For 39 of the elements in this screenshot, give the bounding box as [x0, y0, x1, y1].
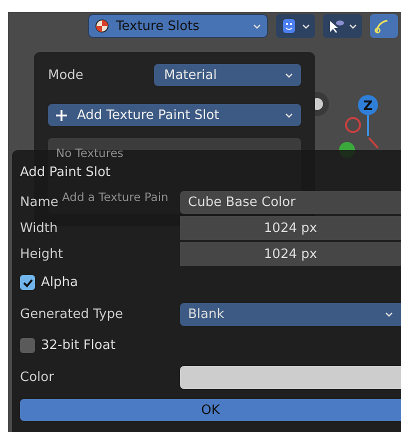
shading-dropdown[interactable] — [276, 14, 315, 38]
number-field[interactable]: 1024 px — [180, 242, 401, 266]
number-field[interactable]: 1024 px — [180, 216, 401, 240]
chevron-icon — [253, 24, 261, 28]
mask-icon — [281, 18, 297, 34]
x-axis-line — [368, 137, 379, 149]
overlay-dropdown[interactable] — [323, 14, 362, 38]
dialog-title: Add Paint Slot — [20, 165, 111, 180]
chevron-icon — [302, 24, 310, 28]
generated-type-dropdown[interactable]: Blank — [180, 302, 401, 326]
checkbox[interactable] — [20, 275, 35, 290]
mode-dropdown[interactable]: Material — [154, 64, 301, 86]
field-label: Width — [20, 220, 58, 236]
name-input-field[interactable]: Cube Base Color — [180, 190, 401, 214]
x-axis-handle[interactable] — [345, 117, 361, 133]
material-sphere-icon — [95, 19, 109, 33]
checkbox[interactable] — [20, 338, 35, 353]
mode-label: Mode — [48, 68, 84, 82]
chevron-icon — [349, 24, 357, 28]
field-label: Height — [20, 246, 63, 262]
color-swatch-field[interactable] — [180, 366, 401, 388]
plus-icon — [56, 110, 67, 120]
curve-tool-button[interactable] — [370, 14, 398, 38]
field-label: Color — [20, 370, 54, 384]
cursor-eye-icon — [328, 18, 344, 34]
texture-slots-dropdown[interactable]: Texture Slots — [88, 14, 268, 38]
field-label: Name — [20, 194, 58, 210]
chevron-icon — [285, 112, 293, 118]
list-hint-text: No Textures — [56, 146, 124, 160]
list-hint-text: Add a Texture Pain — [62, 190, 168, 204]
add-texture-paint-slot-dropdown[interactable]: Add Texture Paint Slot — [48, 104, 301, 126]
field-label: Generated Type — [20, 306, 123, 322]
checkbox-label: Alpha — [41, 275, 78, 290]
chevron-icon — [285, 72, 293, 78]
z-axis-handle[interactable]: Z — [358, 95, 378, 136]
checkbox-label: 32-bit Float — [41, 338, 116, 353]
curve-icon — [374, 18, 390, 34]
chevron-icon — [385, 312, 393, 316]
ok-button[interactable]: OK — [20, 399, 401, 421]
